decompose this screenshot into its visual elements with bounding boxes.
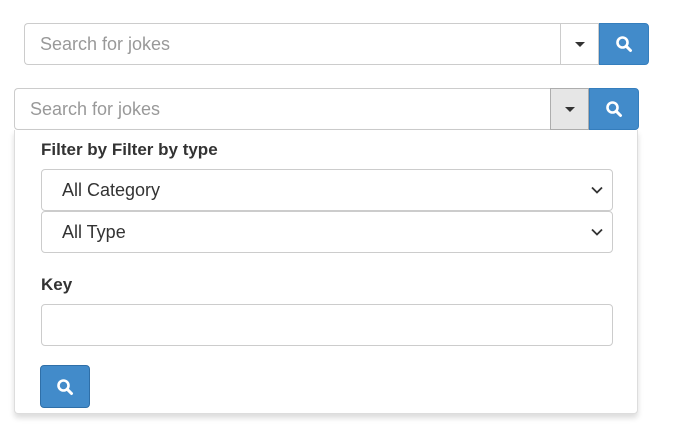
search-icon [57, 378, 73, 395]
type-select[interactable]: All Type [41, 211, 613, 253]
search-input[interactable]: Search for jokes [24, 23, 560, 65]
search-icon [606, 101, 622, 117]
key-label: Key [41, 275, 73, 294]
filter-search-button[interactable] [40, 365, 90, 408]
search-input[interactable]: Search for jokes [14, 88, 550, 130]
category-select[interactable]: All Category [41, 169, 613, 211]
chevron-down-icon [591, 228, 603, 236]
key-input[interactable] [41, 304, 613, 346]
category-select-value: All Category [62, 180, 161, 200]
search-bar-expanded: Search for jokes [14, 88, 639, 130]
search-icon [616, 36, 632, 52]
search-submit-button[interactable] [589, 88, 639, 130]
chevron-down-icon [591, 186, 603, 194]
type-select-value: All Type [62, 222, 126, 242]
filter-dropdown-panel: Filter by Filter by type All Category Al… [14, 130, 638, 414]
search-bar-collapsed: Search for jokes [24, 23, 649, 65]
filter-toggle-button[interactable] [550, 88, 589, 130]
filter-toggle-button[interactable] [560, 23, 599, 65]
caret-down-icon [574, 41, 585, 47]
caret-down-icon [564, 106, 575, 112]
filter-heading: Filter by Filter by type [41, 140, 218, 159]
search-submit-button[interactable] [599, 23, 649, 65]
